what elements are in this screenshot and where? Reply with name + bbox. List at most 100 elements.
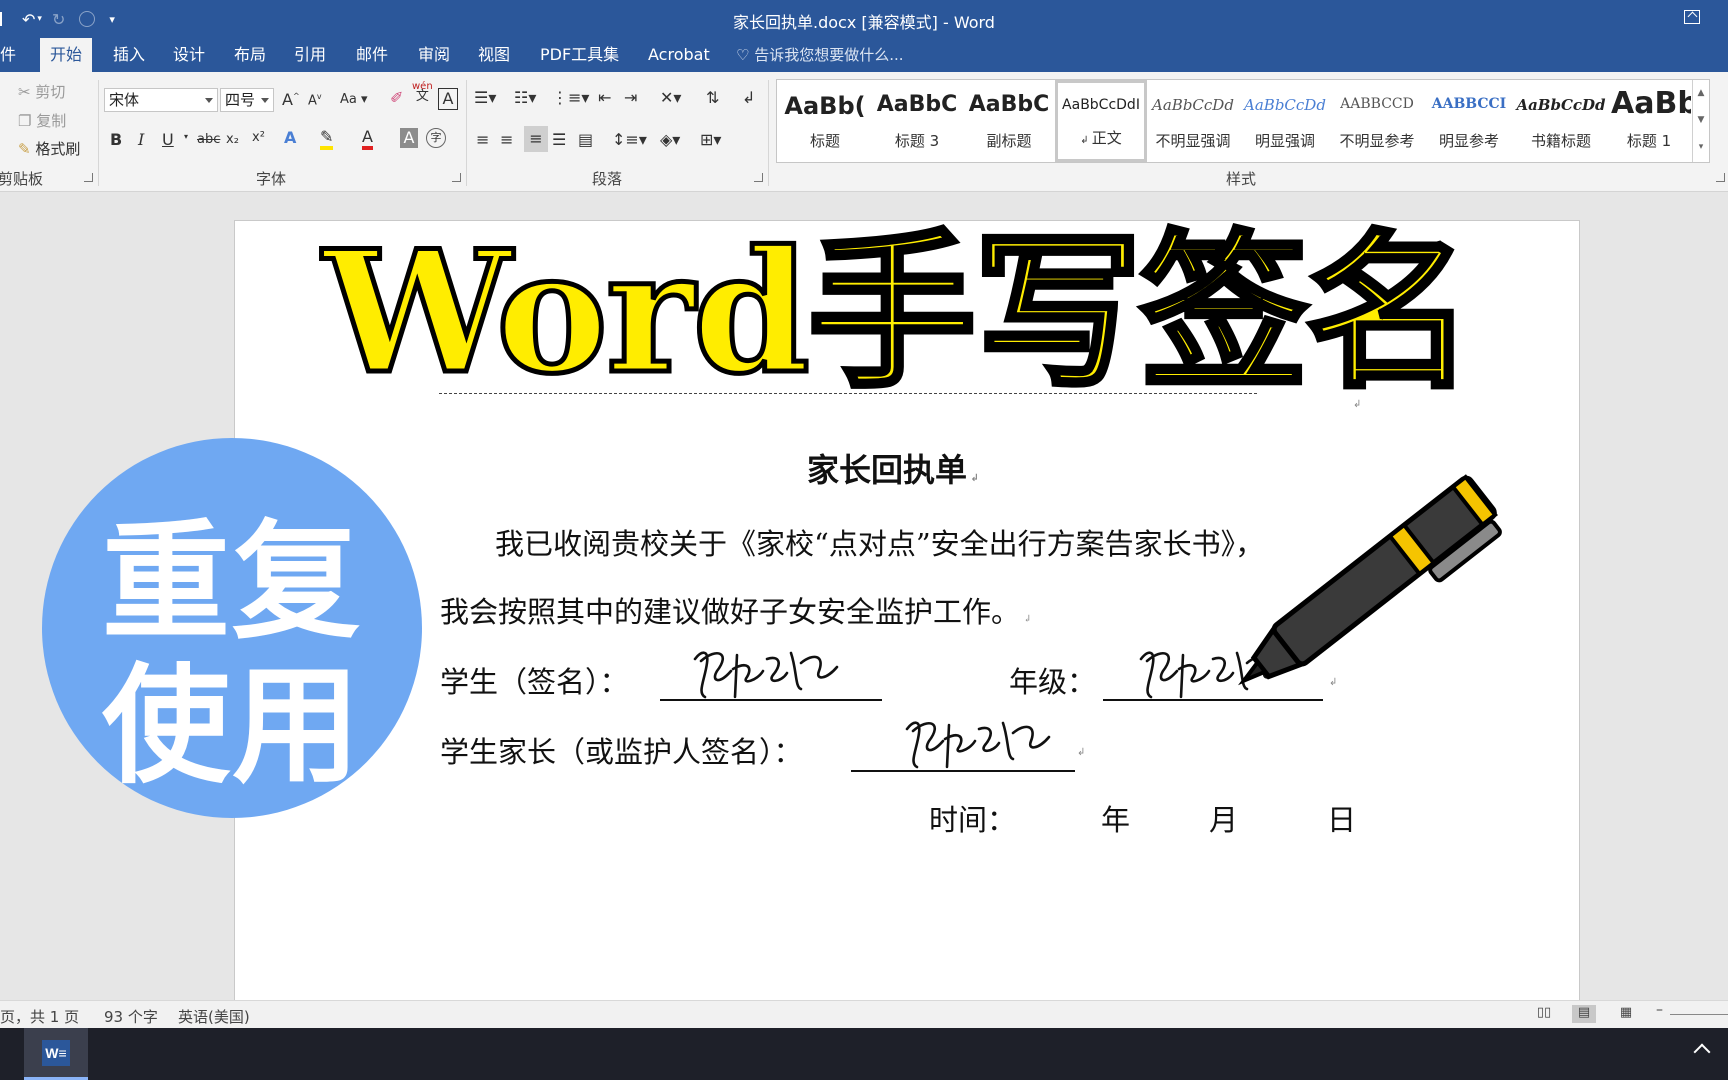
style-normal[interactable]: AaBbCcDdI ↲ 正文 — [1055, 80, 1147, 162]
tell-me-text: 告诉我您想要做什么... — [754, 46, 904, 64]
style-book-title[interactable]: AaBbCcDd 书籍标题 — [1515, 80, 1607, 162]
font-name-combo[interactable]: 宋体 — [104, 88, 218, 112]
style-heading-3[interactable]: AaBbC 标题 3 — [871, 80, 963, 162]
read-mode-icon[interactable]: ▯▯ — [1532, 1005, 1556, 1023]
more-styles-icon[interactable]: ▾ — [1693, 134, 1709, 161]
text-effects-icon[interactable]: A — [284, 128, 296, 147]
font-size-combo[interactable]: 四号 — [220, 88, 274, 112]
student-signature-label[interactable]: 学生（签名）： — [440, 659, 629, 701]
styles-gallery: AaBb( 标题 AaBbC 标题 3 AaBbC 副标题 AaBbCcDdI … — [776, 79, 1710, 163]
page-count[interactable]: 页，共 1 页 — [0, 1006, 79, 1027]
web-layout-icon[interactable]: ▦ — [1614, 1005, 1638, 1023]
chinese-layout-icon[interactable]: ✕▾ — [660, 88, 681, 107]
font-launcher-icon[interactable] — [452, 173, 461, 182]
tab-pdf-tools[interactable]: PDF工具集 — [530, 38, 629, 72]
tab-insert[interactable]: 插入 — [103, 38, 155, 72]
tab-layout[interactable]: 布局 — [224, 38, 276, 72]
paragraph-group-label: 段落 — [592, 170, 623, 188]
borders-icon[interactable]: ⊞▾ — [700, 130, 721, 149]
character-shading-icon[interactable]: A — [400, 128, 418, 148]
align-left-icon[interactable]: ≡ — [476, 130, 489, 149]
word-count[interactable]: 93 个字 — [104, 1006, 158, 1027]
increase-indent-icon[interactable]: ⇥ — [624, 88, 637, 107]
clipboard-launcher-icon[interactable] — [84, 173, 93, 182]
parent-signature-label[interactable]: 学生家长（或监护人签名）： — [440, 729, 803, 771]
year-label: 年 — [1101, 803, 1131, 837]
decrease-indent-icon[interactable]: ⇤ — [598, 88, 611, 107]
chevron-down-icon[interactable]: ▼ — [1693, 107, 1709, 134]
cut-button[interactable]: ✂ 剪切 — [18, 81, 65, 102]
style-intense-reference[interactable]: AABBCCI 明显参考 — [1423, 80, 1515, 162]
badge-line-2: 使用 — [101, 651, 362, 801]
language-indicator[interactable]: 英语(美国) — [178, 1006, 250, 1027]
zoom-slider[interactable]: – — [1652, 1002, 1728, 1023]
character-border-icon[interactable]: A — [438, 88, 458, 110]
tab-references[interactable]: 引用 — [284, 38, 336, 72]
tab-mailings[interactable]: 邮件 — [346, 38, 398, 72]
phonetic-guide-icon[interactable]: wén 文 — [412, 82, 433, 104]
style-heading-1[interactable]: AaBb 标题 1 — [1607, 80, 1691, 162]
style-intense-emphasis[interactable]: AaBbCcDd 明显强调 — [1239, 80, 1331, 162]
tab-view[interactable]: 视图 — [468, 38, 520, 72]
time-label[interactable]: 时间： — [929, 797, 1016, 839]
tab-design[interactable]: 设计 — [163, 38, 215, 72]
style-subtle-emphasis[interactable]: AaBbCcDd 不明显强调 — [1147, 80, 1239, 162]
format-painter-button[interactable]: ✎ 格式刷 — [18, 138, 80, 159]
font-color-icon[interactable]: A — [362, 128, 373, 150]
enclose-characters-icon[interactable]: 字 — [426, 128, 446, 148]
print-layout-icon[interactable]: ▤ — [1572, 1005, 1596, 1023]
copy-button[interactable]: ❐ 复制 — [18, 110, 66, 131]
line-spacing-icon[interactable]: ↕≡▾ — [612, 130, 647, 149]
style-subtle-reference[interactable]: AABBCCD 不明显参考 — [1331, 80, 1423, 162]
grade-label[interactable]: 年级： — [1009, 659, 1096, 701]
banner-title: Word手写签名 — [320, 213, 1476, 411]
style-subtitle[interactable]: AaBbC 副标题 — [963, 80, 1055, 162]
shrink-font-icon[interactable]: Av — [308, 92, 322, 108]
show-hidden-icons-icon[interactable] — [1693, 1043, 1711, 1061]
distributed-icon[interactable]: ▤ — [578, 130, 593, 149]
underline-dropdown-icon[interactable]: ▾ — [184, 132, 188, 141]
italic-button[interactable]: I — [138, 130, 144, 149]
shading-icon[interactable]: ◈▾ — [660, 130, 680, 149]
chevron-down-icon — [205, 98, 213, 103]
sort-icon[interactable]: ⇅ — [706, 88, 719, 107]
tab-file[interactable]: 件 — [0, 38, 26, 72]
zoom-out-icon[interactable]: – — [1656, 1002, 1663, 1018]
clear-formatting-icon[interactable]: ✐ — [390, 88, 403, 107]
highlight-color-icon[interactable]: ✎ — [320, 128, 334, 150]
underline-button[interactable]: U — [162, 130, 174, 149]
body-paragraph-line-2[interactable]: 我会按照其中的建议做好子女安全监护工作。 ↲ — [440, 589, 1032, 631]
ribbon-display-options-icon[interactable] — [1684, 10, 1700, 24]
superscript-button[interactable]: x² — [252, 130, 265, 145]
numbering-icon[interactable]: ☷▾ — [514, 88, 536, 107]
paragraph-launcher-icon[interactable] — [754, 173, 763, 182]
day-label: 日 — [1327, 803, 1357, 837]
bold-button[interactable]: B — [110, 130, 122, 149]
grow-font-icon[interactable]: A^ — [282, 90, 300, 109]
tell-me-search[interactable]: ♡ 告诉我您想要做什么... — [736, 38, 904, 72]
tab-review[interactable]: 审阅 — [408, 38, 460, 72]
multilevel-list-icon[interactable]: ⋮≡▾ — [552, 88, 589, 107]
window-title: 家长回执单.docx [兼容模式] - Word — [733, 13, 995, 32]
align-right-icon[interactable]: ≡ — [524, 126, 548, 152]
taskbar-word-button[interactable]: W≡ — [24, 1028, 88, 1080]
styles-scrollbar[interactable]: ▲ ▼ ▾ — [1692, 80, 1709, 162]
align-center-icon[interactable]: ≡ — [500, 130, 513, 149]
strikethrough-button[interactable]: abc — [197, 132, 220, 147]
style-title[interactable]: AaBb( 标题 — [779, 80, 871, 162]
font-group-label: 字体 — [256, 170, 287, 188]
tab-acrobat[interactable]: Acrobat — [638, 38, 720, 72]
bullets-icon[interactable]: ☰▾ — [474, 88, 496, 107]
tab-home[interactable]: 开始 — [40, 38, 93, 74]
clipboard-group-label: 剪贴板 — [0, 170, 44, 188]
change-case-icon[interactable]: Aa ▾ — [340, 92, 368, 107]
styles-launcher-icon[interactable] — [1716, 173, 1725, 182]
chevron-up-icon[interactable]: ▲ — [1693, 80, 1709, 107]
reuse-badge: 重复 使用 — [42, 438, 422, 818]
show-formatting-icon[interactable]: ↲ — [742, 88, 755, 107]
ribbon-home: ✂ 剪切 ❐ 复制 ✎ 格式刷 剪贴板 宋体 四号 A^ Av Aa ▾ ✐ w… — [0, 72, 1728, 192]
subscript-button[interactable]: x₂ — [226, 132, 239, 147]
document-heading[interactable]: 家长回执单 ↲ — [807, 445, 979, 491]
justify-icon[interactable]: ☰ — [552, 130, 566, 149]
body-paragraph-line-1[interactable]: 我已收阅贵校关于《家校“点对点”安全出行方案告家长书》， — [495, 521, 1264, 563]
